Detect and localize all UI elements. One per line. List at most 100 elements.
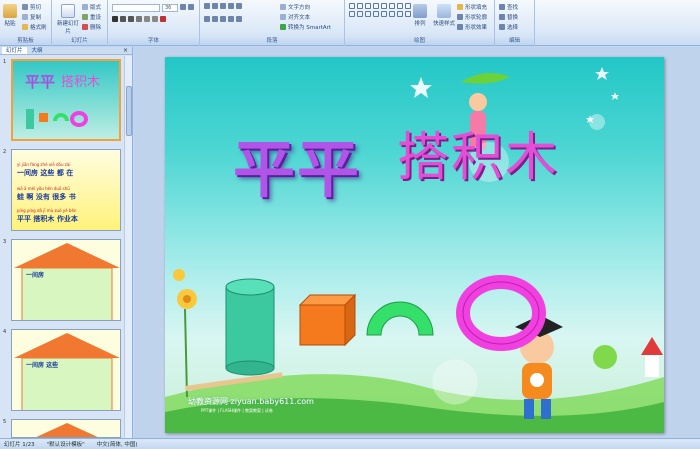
delete-button[interactable]: 删除	[82, 23, 101, 31]
layout-icon	[82, 4, 88, 10]
slide-thumbnail-1[interactable]: 平平 搭积木	[11, 59, 121, 141]
align-text-button[interactable]: 对齐文本	[280, 13, 310, 21]
font-label: 字体	[108, 38, 199, 45]
house-shape	[36, 423, 98, 437]
find-button[interactable]: 查找	[499, 3, 518, 11]
thumb-label: 一间房 这些	[26, 362, 59, 369]
replace-icon	[499, 14, 505, 20]
shape-outline-button[interactable]: 形状轮廓	[457, 13, 487, 21]
ring-shape[interactable]	[456, 275, 546, 351]
shape-icon	[365, 11, 371, 17]
shape-icon	[389, 3, 395, 9]
cylinder-shape[interactable]	[225, 278, 275, 376]
slide-thumbnail-5[interactable]	[11, 419, 121, 438]
shape-icon	[349, 3, 355, 9]
italic-icon	[120, 16, 126, 22]
shape-icon	[397, 11, 403, 17]
thumb-pinyin-1: yì jiān fáng zhè xiē dōu zài	[17, 162, 71, 167]
shape-icon	[357, 3, 363, 9]
font-group: 36 字体	[108, 0, 200, 46]
shape-effects-button[interactable]: 形状效果	[457, 23, 487, 31]
list-buttons[interactable]	[204, 3, 242, 9]
arrange-button[interactable]: 排列	[413, 4, 427, 27]
tab-slides[interactable]: 幻灯片	[2, 47, 27, 54]
delete-icon	[82, 24, 88, 30]
slide-number: 3	[3, 239, 7, 245]
font-size-field[interactable]: 36	[162, 4, 178, 12]
font-style-buttons[interactable]	[112, 16, 166, 22]
columns-icon	[236, 16, 242, 22]
font-color-icon	[160, 16, 166, 22]
shape-icon	[389, 11, 395, 17]
align-buttons[interactable]	[204, 16, 242, 22]
reset-button[interactable]: 重设	[82, 13, 101, 21]
underline-icon	[128, 16, 134, 22]
indent-icon	[228, 3, 234, 9]
slide-number: 5	[3, 419, 7, 425]
new-slide-icon	[61, 4, 75, 18]
layout-button[interactable]: 版式	[82, 3, 101, 11]
arch-shape[interactable]	[366, 301, 434, 336]
text-direction-icon	[280, 4, 286, 10]
text-direction-button[interactable]: 文字方向	[280, 3, 310, 11]
replace-button[interactable]: 替换	[499, 13, 518, 21]
slide-counter: 幻灯片 1/23	[4, 442, 35, 448]
slide-thumbnail-3[interactable]: 一间房	[11, 239, 121, 321]
paste-button[interactable]: 粘贴	[3, 4, 17, 27]
shadow-icon	[144, 16, 150, 22]
line-spacing-icon	[236, 3, 242, 9]
slide[interactable]: 平平 搭积木 幼教资源网 ziyuan.baby611.com PPT课件 | …	[165, 57, 664, 433]
font-size-buttons[interactable]	[180, 4, 194, 10]
language[interactable]: 中文(简体, 中国)	[97, 440, 138, 448]
copy-button[interactable]: 复制	[22, 13, 41, 21]
house-shape	[14, 243, 120, 320]
align-right-icon	[220, 16, 226, 22]
scrollbar-thumb[interactable]	[126, 86, 132, 136]
shape-icon	[365, 3, 371, 9]
ribbon: 粘贴 剪切 复制 格式刷 剪贴板 新建幻灯片 版式 重设 删除 幻灯片 36 字…	[0, 0, 700, 46]
spacing-icon	[152, 16, 158, 22]
shape-icon	[373, 3, 379, 9]
slide-thumbnail-2[interactable]: yì jiān fáng zhè xiē dōu zài 一间房 这些 都 在 …	[11, 149, 121, 231]
cube-shape[interactable]	[298, 293, 357, 347]
bullets-icon	[204, 3, 210, 9]
arrange-icon	[413, 4, 427, 18]
shape-icon	[397, 3, 403, 9]
theme-name[interactable]: "默认设计模板"	[47, 440, 85, 448]
quick-styles-icon	[437, 4, 451, 18]
panel-scrollbar[interactable]	[124, 56, 132, 438]
select-button[interactable]: 选择	[499, 23, 518, 31]
effects-icon	[457, 24, 463, 30]
thumb-line-1: 一间房 这些 都 在	[17, 169, 74, 177]
editing-label: 编辑	[495, 38, 534, 45]
smartart-button[interactable]: 转换为 SmartArt	[280, 23, 331, 31]
shape-icon	[373, 11, 379, 17]
shape-icon	[381, 3, 387, 9]
panel-tabs: 幻灯片 大纲 ×	[0, 47, 132, 55]
reset-icon	[82, 14, 88, 20]
format-painter-button[interactable]: 格式刷	[22, 23, 47, 31]
site-watermark-sub: PPT课件 | FLASH课件 | 教案教案 | 试卷	[201, 408, 273, 413]
quick-styles-button[interactable]: 快速样式	[433, 4, 455, 27]
slide-number: 2	[3, 149, 7, 155]
slide-thumbnail-4[interactable]: 一间房 这些	[11, 329, 121, 411]
cut-button[interactable]: 剪切	[22, 3, 41, 11]
smartart-icon	[280, 24, 286, 30]
font-name-field[interactable]	[112, 4, 160, 12]
slide-number: 1	[3, 59, 7, 65]
shape-icon	[349, 11, 355, 17]
fill-icon	[457, 4, 463, 10]
thumb-pinyin-2: wā ā méi yǒu hěn duō shū	[17, 186, 70, 191]
align-text-icon	[280, 14, 286, 20]
shape-fill-button[interactable]: 形状填充	[457, 3, 487, 11]
new-slide-button[interactable]: 新建幻灯片	[57, 4, 79, 35]
clipboard-group: 粘贴 剪切 复制 格式刷 剪贴板	[0, 0, 52, 46]
thumb-shapes	[26, 109, 88, 129]
shapes-gallery[interactable]	[349, 3, 411, 17]
site-watermark: 幼教资源网 ziyuan.baby611.com	[188, 397, 314, 406]
tab-outline[interactable]: 大纲	[28, 47, 47, 54]
thumb-pinyin-3: píng píng dā jī mù zuò yè běn	[17, 208, 77, 213]
close-icon[interactable]: ×	[123, 47, 128, 55]
clipboard-label: 剪贴板	[0, 38, 51, 45]
block-shapes	[225, 275, 546, 376]
